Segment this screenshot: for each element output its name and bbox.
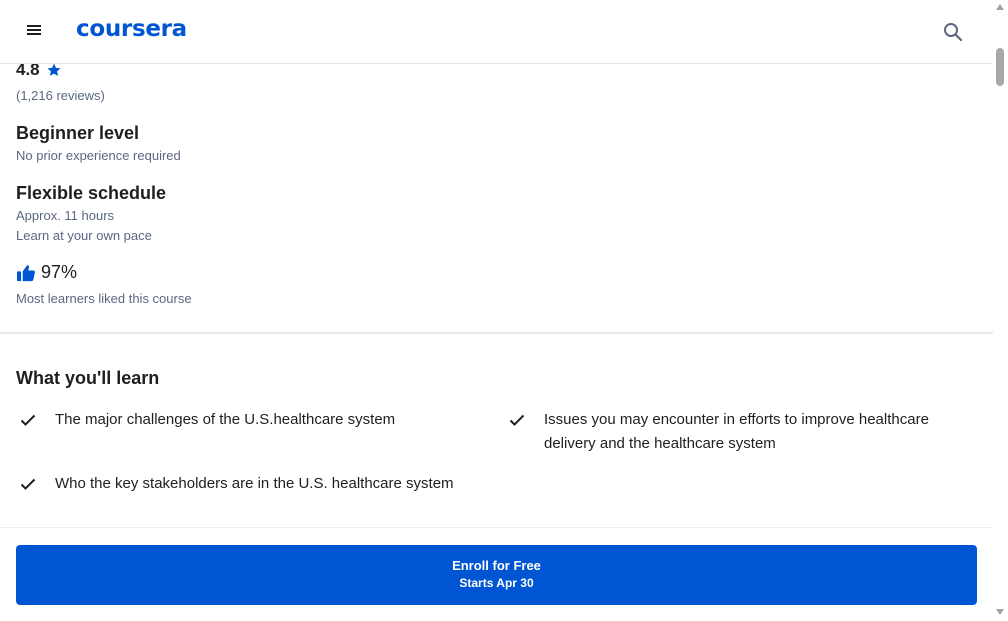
scrollbar-thumb[interactable] [996,48,1004,86]
learn-item-text: Who the key stakeholders are in the U.S.… [55,475,454,492]
star-icon [47,63,61,76]
enroll-button[interactable]: Enroll for Free Starts Apr 30 [16,545,977,605]
thumbs-up-icon [17,264,35,281]
section-divider [0,527,993,528]
liked-subtitle: Most learners liked this course [16,291,192,306]
hamburger-menu-icon[interactable] [24,22,44,42]
top-navigation-bar: coursera [0,0,993,64]
liked-stat: 97% [16,262,77,283]
scroll-up-arrow-icon[interactable] [996,4,1004,10]
vertical-scrollbar[interactable] [993,0,1008,621]
schedule-title: Flexible schedule [16,183,167,203]
learn-item: Who the key stakeholders are in the U.S.… [19,472,479,496]
schedule-duration: Approx. 11 hours [16,208,115,223]
checkmark-icon [509,414,525,426]
checkmark-icon [20,414,36,426]
search-icon[interactable] [941,20,965,44]
learn-section-title: What you'll learn [16,368,160,388]
learn-item-text: The major challenges of the U.S.healthca… [55,411,396,428]
learn-item-text: Issues you may encounter in efforts to i… [544,411,929,452]
liked-percent: 97% [41,262,78,282]
enroll-start-date: Starts Apr 30 [459,576,534,590]
checkmark-icon [20,478,36,490]
level-subtitle: No prior experience required [16,148,181,163]
level-title: Beginner level [16,123,140,143]
enroll-button-label: Enroll for Free [452,558,541,573]
scroll-down-arrow-icon[interactable] [996,609,1004,615]
schedule-pace: Learn at your own pace [16,228,152,243]
section-divider [0,332,993,334]
reviews-count[interactable]: (1,216 reviews) [16,88,105,103]
learn-item: Issues you may encounter in efforts to i… [508,408,948,456]
coursera-logo[interactable]: coursera [76,16,187,42]
learn-item: The major challenges of the U.S.healthca… [19,408,479,432]
